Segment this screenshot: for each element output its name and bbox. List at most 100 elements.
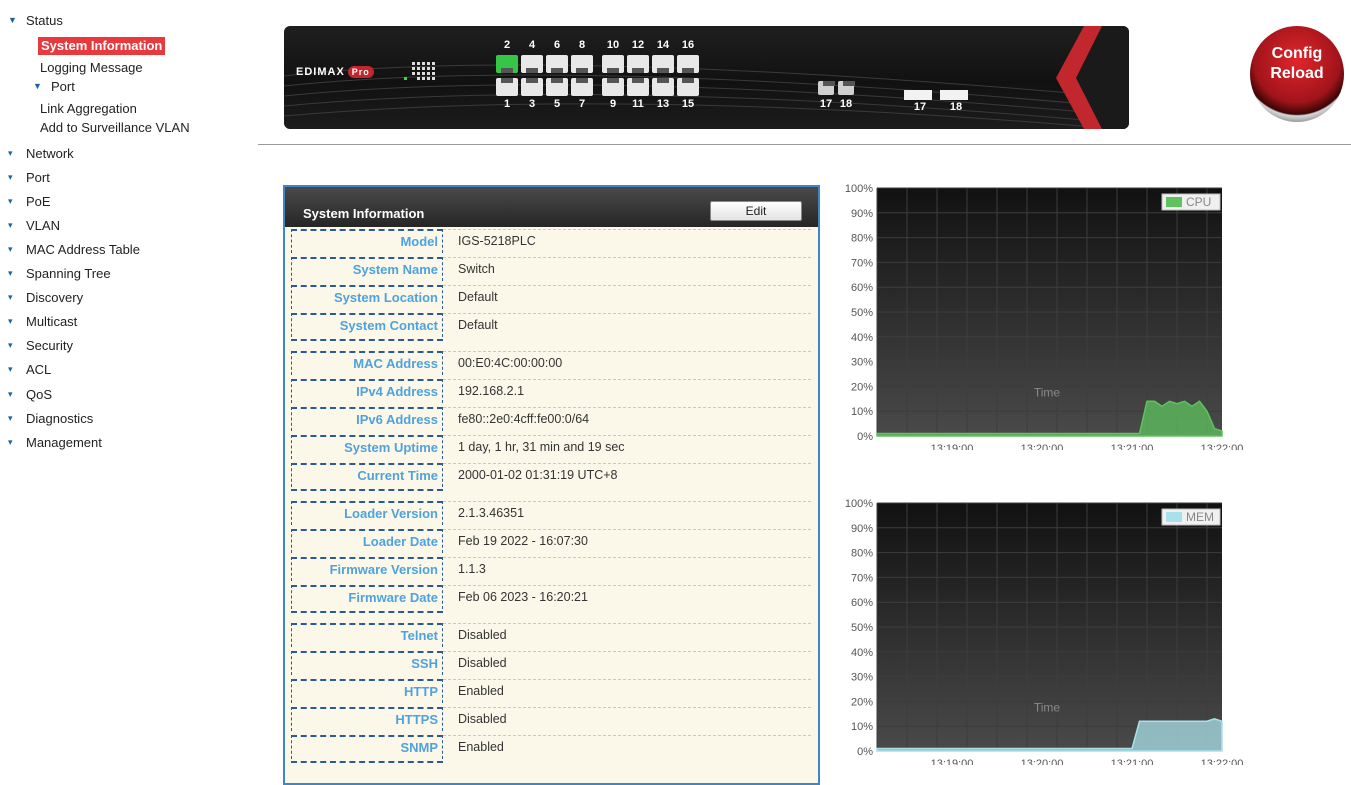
sidebar-item-spanning-tree[interactable]: ▾ Spanning Tree <box>8 265 111 283</box>
ethernet-port-15[interactable] <box>677 78 699 96</box>
sidebar-item-label: MAC Address Table <box>26 241 140 257</box>
legend-swatch <box>1166 512 1182 522</box>
sidebar-item-qos[interactable]: ▾ QoS <box>8 385 52 403</box>
y-tick-label: 100% <box>845 183 873 195</box>
ethernet-port-14[interactable] <box>652 55 674 73</box>
cpu-chart-svg: 0% 10% 20% 30% 40% 50% 60% 70% 80% 90% 100% 13:19:0… <box>845 183 1244 455</box>
nav-link-aggregation[interactable]: Link Aggregation <box>40 100 137 118</box>
sidebar-item-mac-address-table[interactable]: ▾ MAC Address Table <box>8 240 140 258</box>
info-value: Feb 19 2022 - 16:07:30 <box>443 529 811 553</box>
chevron-down-icon: ▾ <box>8 292 13 303</box>
sidebar-item-security[interactable]: ▾ Security <box>8 337 73 355</box>
memory-chart-svg: 0% 10% 20% 30% 40% 50% 60% 70% 80% 90% 100% 13:19:0… <box>845 498 1244 770</box>
nav-status-port[interactable]: ▼ Port <box>33 77 75 95</box>
ethernet-port-9[interactable] <box>602 78 624 96</box>
status-led <box>432 67 435 70</box>
info-row-snmp: SNMP Enabled <box>291 735 811 759</box>
status-led <box>417 67 420 70</box>
edimax-logo: EDIMAX Pro <box>296 66 374 78</box>
ethernet-port-11[interactable] <box>627 78 649 96</box>
ethernet-port-1[interactable] <box>496 78 518 96</box>
logo-badge: Pro <box>347 66 374 78</box>
y-tick-label: 70% <box>851 257 873 269</box>
ethernet-port-12[interactable] <box>627 55 649 73</box>
ethernet-port-2[interactable] <box>496 55 518 73</box>
nav-system-information[interactable]: System Information <box>38 37 166 55</box>
info-label: Firmware Version <box>291 557 443 581</box>
nav-logging-message[interactable]: Logging Message <box>40 59 143 77</box>
ethernet-port-8[interactable] <box>571 55 593 73</box>
status-led <box>427 72 430 75</box>
config-reload-line1: Config <box>1271 45 1323 62</box>
info-row-telnet: Telnet Disabled <box>291 623 811 647</box>
sidebar-item-port[interactable]: ▾ Port <box>8 168 50 186</box>
sidebar-item-management[interactable]: ▾ Management <box>8 433 102 451</box>
status-led <box>432 62 435 65</box>
ethernet-port-4[interactable] <box>521 55 543 73</box>
port-number-label: 18 <box>839 98 853 110</box>
group-divider <box>291 761 443 763</box>
status-led <box>412 72 415 75</box>
ethernet-port-7[interactable] <box>571 78 593 96</box>
port-number-label: 10 <box>606 39 620 51</box>
info-row-loader-date: Loader Date Feb 19 2022 - 16:07:30 <box>291 529 811 553</box>
sidebar-item-label: Management <box>26 434 102 450</box>
sidebar-item-discovery[interactable]: ▾ Discovery <box>8 289 83 307</box>
y-tick-label: 0% <box>857 431 873 443</box>
info-label: HTTPS <box>291 707 443 731</box>
legend-label: CPU <box>1186 195 1211 209</box>
info-value: Disabled <box>443 651 811 675</box>
ethernet-port-5[interactable] <box>546 78 568 96</box>
info-value: 00:E0:4C:00:00:00 <box>443 351 811 375</box>
ethernet-port-3[interactable] <box>521 78 543 96</box>
chevron-down-icon: ▾ <box>8 147 13 158</box>
info-label: SSH <box>291 651 443 675</box>
ethernet-port-16[interactable] <box>677 55 699 73</box>
port-number-label: 4 <box>528 39 536 51</box>
nav-status-label: Status <box>26 12 63 28</box>
info-value: Feb 06 2023 - 16:20:21 <box>443 585 811 609</box>
cpu-chart: 0% 10% 20% 30% 40% 50% 60% 70% 80% 90% 100% 13:19:0… <box>833 180 1244 455</box>
x-axis-title: Time <box>1034 700 1061 714</box>
sfp-port-18[interactable] <box>940 90 968 100</box>
info-row-current-time: Current Time 2000-01-02 01:31:19 UTC+8 <box>291 463 811 487</box>
info-value: Default <box>443 285 811 309</box>
uplink-port-17[interactable] <box>818 81 835 95</box>
info-row-firmware-date: Firmware Date Feb 06 2023 - 16:20:21 <box>291 585 811 609</box>
sidebar-item-label: QoS <box>26 386 53 402</box>
info-row-ipv4-address: IPv4 Address 192.168.2.1 <box>291 379 811 403</box>
sidebar-item-diagnostics[interactable]: ▾ Diagnostics <box>8 409 93 427</box>
nav-add-surveillance-vlan[interactable]: Add to Surveillance VLAN <box>40 119 190 137</box>
info-value: 1 day, 1 hr, 31 min and 19 sec <box>443 435 811 459</box>
info-value: Enabled <box>443 679 811 703</box>
sidebar-item-acl[interactable]: ▾ ACL <box>8 361 51 379</box>
edit-button[interactable]: Edit <box>710 201 802 221</box>
sfp-port-17[interactable] <box>904 90 932 100</box>
ethernet-port-6[interactable] <box>546 55 568 73</box>
x-tick-label: 13:19:00 <box>931 443 974 450</box>
info-label: System Uptime <box>291 435 443 459</box>
port-number-label: 2 <box>503 39 511 51</box>
logo-text: EDIMAX <box>296 66 345 78</box>
y-tick-label: 80% <box>851 548 873 560</box>
sidebar-item-poe[interactable]: ▾ PoE <box>8 192 51 210</box>
info-row-https: HTTPS Disabled <box>291 707 811 731</box>
config-reload-button[interactable]: Config Reload <box>1250 26 1344 122</box>
sidebar-item-label: ACL <box>26 362 52 378</box>
ethernet-port-13[interactable] <box>652 78 674 96</box>
info-value: IGS-5218PLC <box>443 229 811 253</box>
sidebar-item-vlan[interactable]: ▾ VLAN <box>8 216 60 234</box>
status-led <box>412 67 415 70</box>
sidebar-item-network[interactable]: ▾ Network <box>8 144 74 162</box>
nav-status[interactable]: ▼ Status <box>8 11 63 29</box>
y-tick-label: 90% <box>851 208 873 220</box>
ethernet-port-10[interactable] <box>602 55 624 73</box>
y-tick-label: 70% <box>851 572 873 584</box>
y-tick-label: 30% <box>851 672 873 684</box>
uplink-port-18[interactable] <box>838 81 855 95</box>
port-number-label: 14 <box>656 39 670 51</box>
info-value: Switch <box>443 257 811 281</box>
port-number-label: 1 <box>503 98 511 110</box>
sidebar-item-multicast[interactable]: ▾ Multicast <box>8 313 77 331</box>
info-row-loader-version: Loader Version 2.1.3.46351 <box>291 501 811 525</box>
